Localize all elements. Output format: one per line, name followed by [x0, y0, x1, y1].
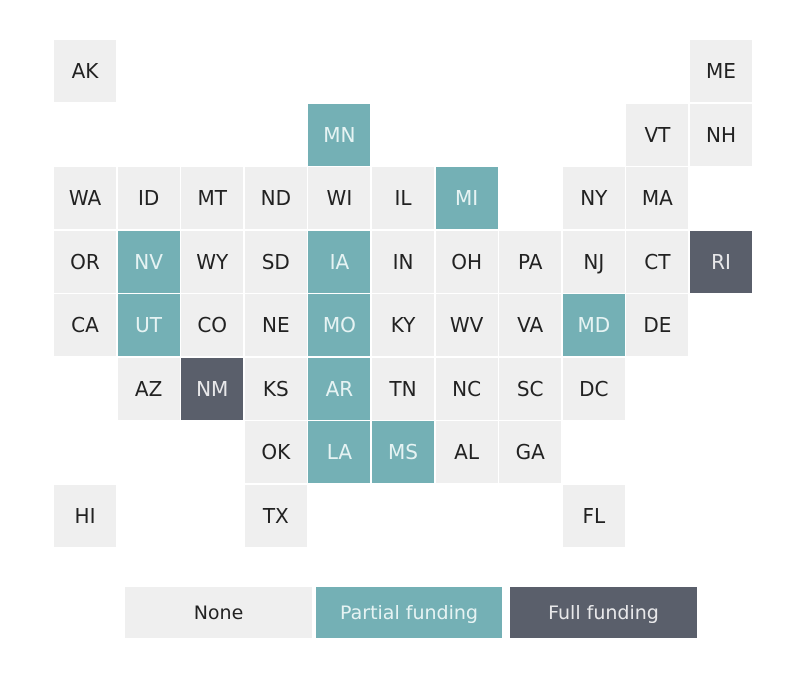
state-tile-de: DE: [626, 294, 689, 356]
state-tile-ms: MS: [372, 421, 434, 483]
state-tile-wi: WI: [308, 167, 371, 229]
state-tile-or: OR: [54, 230, 116, 293]
state-tile-ia: IA: [308, 230, 371, 293]
state-tile-nj: NJ: [562, 230, 625, 293]
state-tile-ne: NE: [244, 294, 307, 356]
state-tile-ma: MA: [626, 167, 689, 229]
state-tile-il: IL: [372, 167, 434, 229]
state-tile-vt: VT: [626, 103, 689, 166]
state-tile-co: CO: [181, 294, 244, 356]
state-tile-mn: MN: [308, 103, 371, 166]
legend-full-label: Full funding: [548, 601, 659, 624]
state-tile-ri: RI: [690, 230, 752, 293]
legend-partial: Partial funding: [316, 587, 502, 638]
state-tile-sd: SD: [244, 230, 307, 293]
state-tile-nm: NM: [181, 357, 244, 420]
state-tile-in: IN: [372, 230, 434, 293]
state-tile-ga: GA: [499, 421, 562, 483]
state-tile-ks: KS: [244, 357, 307, 420]
state-tile-wv: WV: [435, 294, 498, 356]
state-tile-ok: OK: [244, 421, 307, 483]
state-tile-nc: NC: [435, 357, 498, 420]
state-tile-mi: MI: [435, 167, 498, 229]
state-tile-nd: ND: [244, 167, 307, 229]
state-tile-hi: HI: [54, 484, 116, 547]
state-tile-fl: FL: [562, 484, 625, 547]
state-tile-nh: NH: [690, 103, 752, 166]
state-tile-la: LA: [308, 421, 371, 483]
state-tile-ky: KY: [372, 294, 434, 356]
state-tile-ak: AK: [54, 40, 116, 102]
state-tile-wy: WY: [181, 230, 244, 293]
state-tile-ct: CT: [626, 230, 689, 293]
legend-none: None: [125, 587, 312, 638]
state-tile-va: VA: [499, 294, 562, 356]
state-tile-wa: WA: [54, 167, 116, 229]
legend-partial-label: Partial funding: [340, 601, 478, 624]
state-tile-ar: AR: [308, 357, 371, 420]
state-tile-mt: MT: [181, 167, 244, 229]
state-tile-nv: NV: [117, 230, 180, 293]
state-tile-ca: CA: [54, 294, 116, 356]
state-tile-id: ID: [117, 167, 180, 229]
state-tile-tx: TX: [244, 484, 307, 547]
state-tile-md: MD: [562, 294, 625, 356]
legend-none-label: None: [193, 601, 244, 624]
state-tile-ut: UT: [117, 294, 180, 356]
state-tile-sc: SC: [499, 357, 562, 420]
legend-full: Full funding: [510, 587, 697, 638]
state-tile-mo: MO: [308, 294, 371, 356]
state-tile-pa: PA: [499, 230, 562, 293]
state-tile-ny: NY: [562, 167, 625, 229]
state-tile-tn: TN: [372, 357, 434, 420]
state-tile-az: AZ: [117, 357, 180, 420]
state-tile-oh: OH: [435, 230, 498, 293]
state-tile-me: ME: [690, 40, 752, 102]
state-tile-al: AL: [435, 421, 498, 483]
state-tile-dc: DC: [562, 357, 625, 420]
